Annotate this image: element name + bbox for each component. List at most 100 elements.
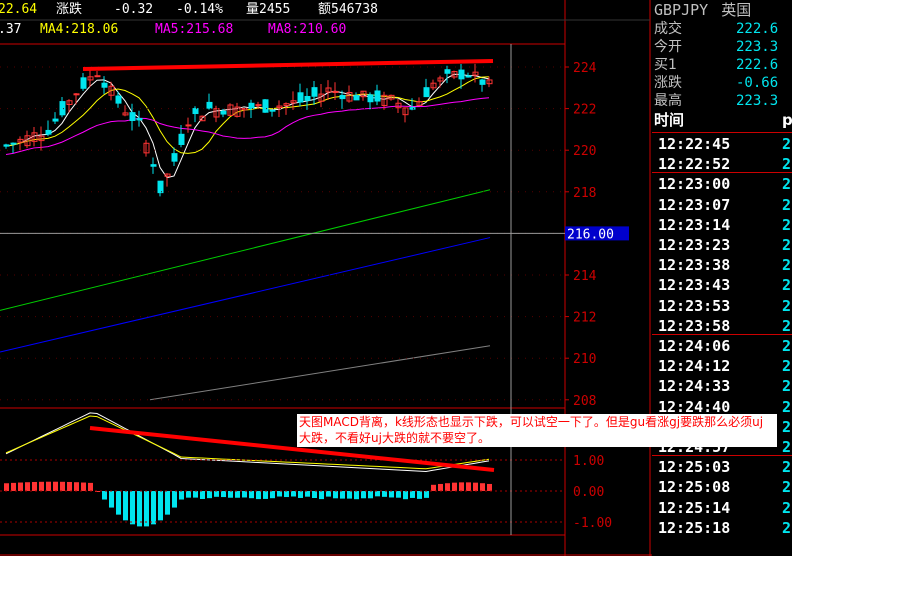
macd-bar	[109, 491, 114, 508]
macd-bar	[438, 483, 443, 491]
macd-bar	[263, 491, 268, 499]
tick-row[interactable]: 12:23:38 2	[658, 255, 791, 275]
macd-bar	[459, 482, 464, 491]
tick-time: 12:23:07	[658, 195, 731, 214]
time-header: 时间	[654, 111, 685, 129]
macd-bar	[277, 491, 282, 497]
macd-bar	[130, 491, 135, 525]
candle-body	[80, 77, 87, 89]
symbol-label: GBPJPY	[654, 1, 709, 19]
macd-bar	[361, 491, 366, 499]
price-trend-line	[82, 59, 494, 71]
candle-body	[479, 79, 486, 85]
macd-bar	[53, 481, 58, 491]
macd-bar	[452, 482, 457, 491]
tick-separator	[652, 172, 792, 174]
tick-time: 12:23:38	[658, 256, 731, 275]
tick-suffix: 2	[782, 357, 792, 376]
macd-bar	[340, 491, 345, 499]
tick-row[interactable]: 12:23:53 2	[658, 296, 791, 316]
candle-body	[374, 90, 381, 102]
tick-row[interactable]: 12:23:14 2	[658, 215, 791, 235]
price-tick-label: 208	[573, 394, 596, 409]
price-tick-label: 212	[573, 311, 596, 326]
candle-body	[444, 69, 451, 74]
macd-bar	[67, 481, 72, 491]
tick-row[interactable]: 12:22:45 2	[658, 134, 791, 154]
tick-time: 12:24:06	[658, 337, 731, 355]
candle-body	[185, 124, 192, 127]
ma-blue-line	[0, 237, 491, 353]
tick-row[interactable]: 12:23:23 2	[658, 235, 791, 255]
macd-bar	[137, 491, 142, 527]
quote-row: 涨跌 -0.66	[654, 74, 792, 92]
candle-body	[136, 117, 143, 121]
tick-time: 12:23:14	[658, 215, 731, 234]
quote-row: 成交 222.6	[654, 20, 792, 38]
macd-bar	[228, 491, 233, 498]
macd-bar	[375, 491, 380, 497]
tick-row[interactable]: 12:22:52 2	[658, 154, 791, 174]
quote-row-value: 222.6	[736, 21, 779, 37]
quote-row-value: 223.3	[736, 39, 779, 55]
macd-bar	[298, 491, 303, 498]
tick-row[interactable]: 12:25:08 2	[658, 477, 791, 497]
macd-bar	[158, 491, 163, 521]
tick-suffix: 2	[782, 397, 792, 416]
tick-row[interactable]: 12:24:33 2	[658, 376, 791, 396]
tick-suffix: 2	[782, 377, 792, 396]
macd-bar	[193, 491, 198, 498]
macd-bar	[256, 491, 261, 500]
tick-row[interactable]: 12:24:12 2	[658, 356, 791, 376]
tick-row[interactable]: 12:25:03 2	[658, 457, 791, 477]
macd-bar	[368, 491, 373, 499]
macd-bar	[333, 491, 338, 499]
quote-row: 今开 223.3	[654, 38, 792, 56]
tick-time: 12:22:52	[658, 155, 731, 174]
macd-bar	[144, 491, 149, 527]
quote-row-value: -0.66	[736, 75, 779, 91]
tick-row[interactable]: 12:25:14 2	[658, 498, 791, 518]
macd-bar	[326, 491, 331, 497]
price-axis: 224222220218216214212210208216.001.000.0…	[0, 61, 629, 531]
macd-bar	[312, 491, 317, 499]
chart-frame	[0, 0, 652, 556]
ma-gray-line	[149, 345, 491, 401]
candlestick-chart[interactable]: 224222220218216214212210208216.001.000.0…	[0, 0, 652, 556]
candle-body	[220, 110, 227, 115]
macd-bar	[123, 491, 128, 521]
macd-bar	[382, 491, 387, 497]
tick-time: 12:22:45	[658, 135, 731, 153]
tick-time: 12:25:08	[658, 478, 731, 497]
tick-suffix: 2	[782, 498, 792, 517]
tick-row[interactable]: 12:23:43 2	[658, 275, 791, 295]
macd-bar	[116, 491, 121, 515]
macd-bar	[445, 483, 450, 491]
tick-row[interactable]: 12:23:07 2	[658, 195, 791, 215]
tick-time: 12:24:12	[658, 357, 731, 376]
tick-separator	[652, 132, 792, 133]
macd-bar	[18, 482, 23, 491]
tick-suffix: 2	[782, 155, 792, 174]
tick-row[interactable]: 12:25:18 2	[658, 518, 791, 538]
tick-time: 12:24:33	[658, 377, 731, 396]
macd-bar	[81, 482, 86, 491]
ma-magenta-line	[5, 97, 490, 155]
macd-bar	[480, 483, 485, 491]
candle-body	[73, 93, 80, 96]
tick-row[interactable]: 12:23:58 2	[658, 316, 791, 336]
quote-row-label: 成交	[654, 21, 682, 37]
macd-bar	[396, 491, 401, 498]
tick-row[interactable]: 12:24:06 2	[658, 336, 791, 356]
candle-body	[255, 104, 262, 107]
tick-suffix: 2	[782, 478, 792, 497]
tick-row[interactable]: 12:23:00 2	[658, 174, 791, 194]
candle-body	[3, 144, 10, 147]
quote-row-label: 买1	[654, 57, 677, 73]
tick-suffix: 2	[782, 518, 792, 537]
candle-body	[297, 92, 304, 103]
candle-body	[248, 102, 255, 109]
candle-body	[409, 107, 416, 110]
candle-body	[101, 82, 108, 88]
macd-bar	[403, 491, 408, 500]
